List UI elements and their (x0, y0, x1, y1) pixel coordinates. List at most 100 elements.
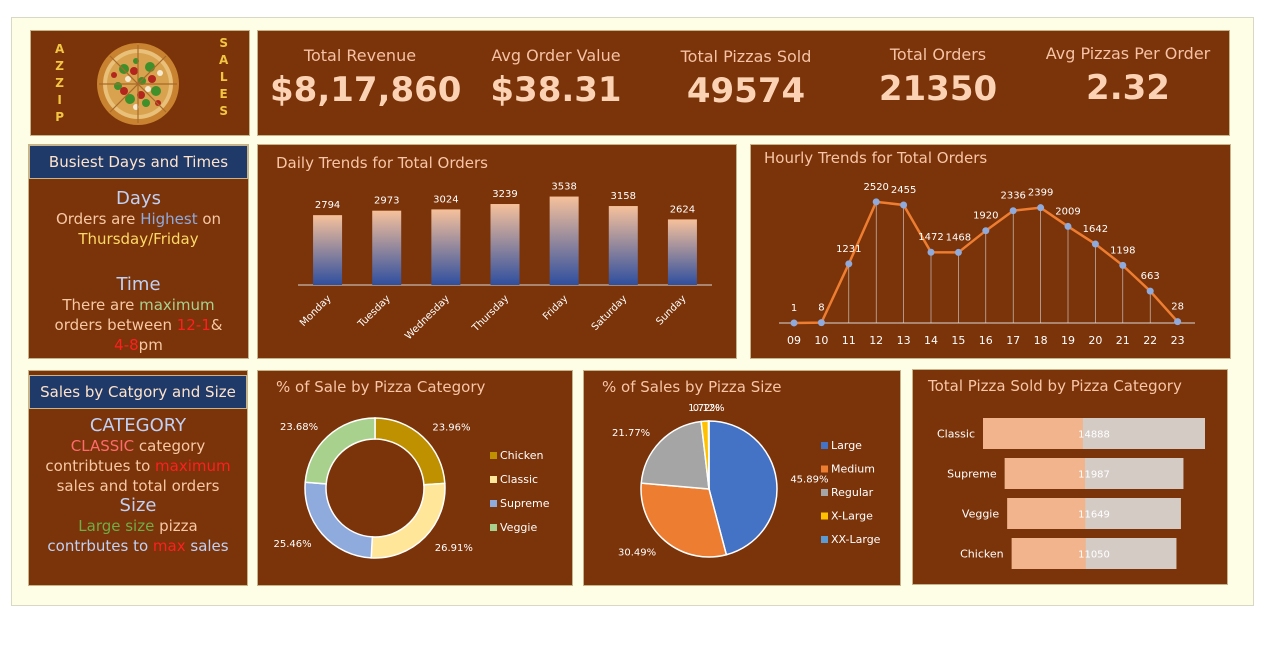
kpi-label: Avg Pizzas Per Order (1045, 44, 1211, 63)
bar (549, 196, 579, 285)
data-label: 1468 (946, 232, 971, 243)
text: pizza (154, 517, 198, 535)
daily-trends-chart: 2794 Monday 2973 Tuesday 3024 Wednesday 3239 Th… (298, 182, 712, 342)
highlight-text: maximum (155, 457, 231, 475)
tick-label: 19 (1061, 334, 1075, 347)
bar (372, 210, 402, 285)
tick-label: 22 (1143, 334, 1157, 347)
bar (608, 206, 638, 285)
legend-swatch (821, 442, 828, 449)
tick-label: 10 (814, 334, 828, 347)
data-label: 23.68% (280, 422, 318, 433)
legend-swatch (490, 476, 497, 483)
text: There are (62, 296, 140, 314)
logo-letter: P (55, 110, 65, 124)
legend-swatch (821, 465, 828, 473)
daily-trends-panel: Daily Trends for Total Orders 2794 Monday… (257, 144, 737, 359)
kpi-label: Avg Order Value (491, 46, 621, 65)
legend-label: Medium (831, 463, 875, 476)
time-title: Time (116, 274, 161, 295)
tick-label: Classic (937, 428, 975, 441)
tick-label: Chicken (960, 548, 1004, 561)
kpi-value: 21350 (878, 69, 998, 109)
tick-label: 11 (842, 334, 856, 347)
data-point (790, 319, 798, 327)
text: contrbutes to (47, 537, 153, 555)
time-line-2: orders between 12-1& (29, 315, 248, 335)
text: & (210, 316, 223, 334)
data-point (1146, 287, 1154, 295)
tick-label: Friday (541, 293, 570, 322)
legend-label: Regular (831, 486, 874, 499)
highlight-text: 12-1 (176, 316, 211, 334)
logo-letter: Z (55, 59, 64, 73)
tick-label: Veggie (962, 508, 999, 521)
busiest-days-panel: Busiest Days and Times Days Orders are H… (28, 144, 249, 359)
data-label: 23.96% (432, 423, 470, 434)
data-point (927, 248, 935, 256)
logo-letter: S (219, 36, 228, 50)
highlight-text: Large size (78, 517, 155, 535)
bar (490, 204, 520, 285)
days-title: Days (116, 188, 161, 209)
category-size-panel: Sales by Catgory and Size CATEGORY CLASS… (28, 370, 248, 586)
data-point (982, 227, 990, 235)
bar (431, 209, 461, 285)
data-point (845, 260, 853, 268)
tick-label: 16 (979, 334, 993, 347)
size-title: Size (119, 495, 157, 516)
data-point (817, 319, 825, 327)
highlight-text: Highest (140, 210, 198, 228)
tick-label: 21 (1116, 334, 1130, 347)
kpi-label: Total Revenue (303, 46, 417, 65)
category-note: CATEGORY CLASSIC category contribtues to… (29, 416, 247, 556)
tick-label: 13 (897, 334, 911, 347)
tick-label: Monday (298, 293, 334, 329)
data-point (1009, 207, 1017, 215)
kpi-avg-order-value: Avg Order Value $38.31 (471, 46, 641, 110)
data-point (872, 198, 880, 206)
bar (667, 219, 697, 285)
logo-text-right: SALES (219, 35, 228, 120)
data-label: 3239 (492, 189, 517, 200)
legend-label: X-Large (831, 510, 873, 523)
logo-letter: A (55, 42, 65, 56)
data-label: 663 (1141, 271, 1160, 282)
tick-label: 20 (1088, 334, 1102, 347)
logo-letter: S (219, 104, 228, 118)
time-line-1: There are maximum (29, 295, 248, 315)
data-label: 28 (1171, 302, 1184, 313)
text: Orders are (55, 210, 141, 228)
data-label: 1 (791, 303, 797, 314)
legend-swatch (821, 489, 828, 496)
data-label: 1642 (1083, 224, 1108, 235)
legend-swatch (490, 524, 497, 531)
kpi-total-revenue: Total Revenue $8,17,860 (270, 46, 461, 110)
kpi-avg-pizzas-per-order: Avg Pizzas Per Order 2.32 (1038, 44, 1218, 108)
data-label: 2973 (374, 196, 399, 207)
kpi-value: $38.31 (490, 70, 622, 110)
tick-label: 23 (1171, 334, 1185, 347)
pizza-icon (97, 43, 179, 125)
logo-letter: L (219, 70, 228, 84)
legend-label: XX-Large (831, 533, 881, 546)
legend-label: Chicken (500, 449, 544, 462)
category-title: CATEGORY (89, 415, 187, 436)
highlight-text: CLASSIC (70, 437, 135, 455)
data-label: 2794 (315, 200, 340, 211)
hourly-trends-panel: Hourly Trends for Total Orders 1 09 8 10 123… (750, 144, 1231, 359)
data-label: 2520 (863, 182, 888, 193)
pizza-sold-chart: 14888 Classic 11987 Supreme 11649 Veggie 11050… (937, 418, 1205, 569)
text: category (134, 437, 206, 455)
pizza-sold-panel: Total Pizza Sold by Pizza Category 14888… (912, 369, 1228, 585)
hourly-trends-chart: 1098101231112520122455131472141468151920… (779, 182, 1195, 347)
text: on (197, 210, 222, 228)
text: orders between (54, 316, 177, 334)
data-label: 26.91% (435, 543, 473, 554)
data-label: 2399 (1028, 188, 1053, 199)
data-label: 2009 (1055, 206, 1080, 217)
data-label: 1231 (836, 244, 861, 255)
legend-swatch (490, 500, 497, 507)
data-point (1119, 261, 1127, 269)
time-note: Time There are maximum orders between 12… (29, 275, 248, 355)
